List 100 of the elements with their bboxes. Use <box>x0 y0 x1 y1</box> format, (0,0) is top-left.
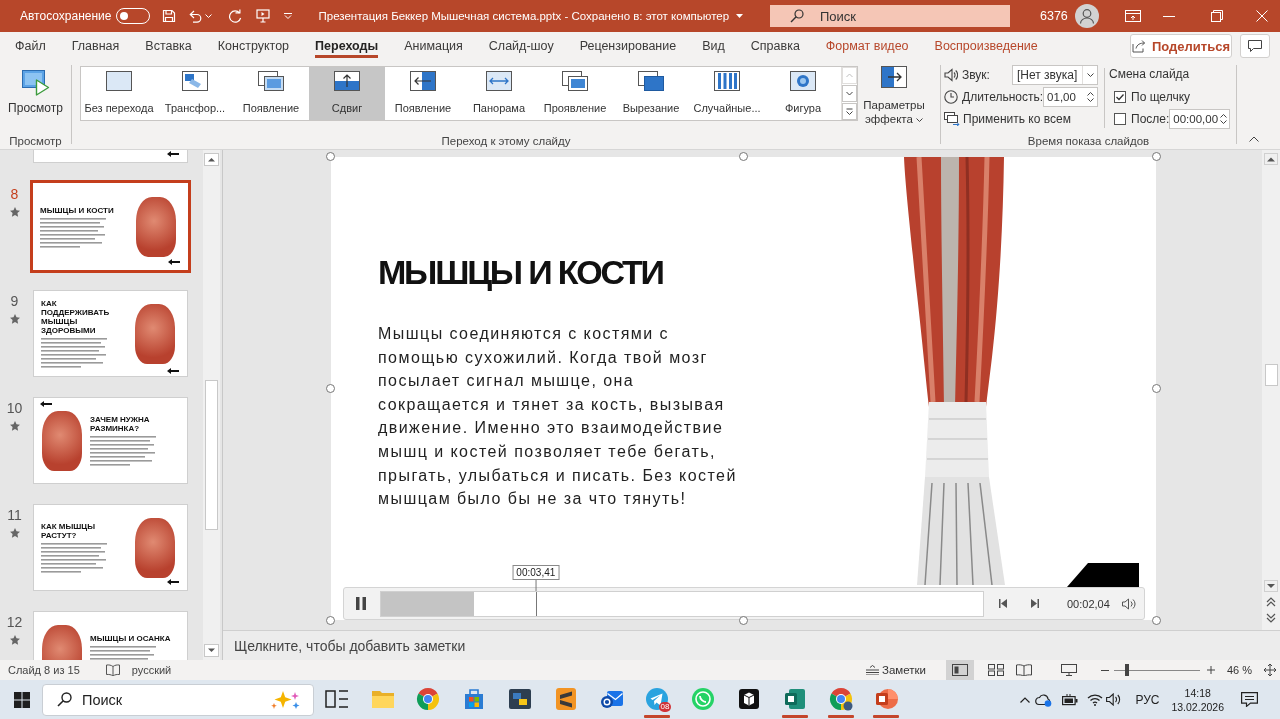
present-icon[interactable] <box>256 9 271 23</box>
slide-thumbnail[interactable]: КАК МЫШЦЫ РАСТУТ? <box>33 504 188 591</box>
battery-plug-icon[interactable] <box>1062 693 1079 706</box>
slide-thumbnail[interactable]: ЗАЧЕМ НУЖНА РАЗМИНКА? <box>33 397 188 484</box>
scroll-down-icon[interactable] <box>1264 580 1278 592</box>
resize-handle[interactable] <box>1152 152 1161 161</box>
ribbon-tab[interactable]: Главная <box>71 34 120 58</box>
comments-button[interactable] <box>1240 34 1270 58</box>
previous-slide-icon[interactable] <box>1264 596 1278 608</box>
zoom-level-button[interactable]: 46 % <box>1226 664 1252 676</box>
normal-view-button[interactable] <box>945 660 974 680</box>
paper-plane-icon[interactable] <box>645 687 670 711</box>
taskbar-search-field[interactable]: Поиск <box>42 683 314 716</box>
slide-thumbnail[interactable]: КАК ПОДДЕРЖИВАТЬ МЫШЦЫ ЗДОРОВЫМИ <box>33 290 188 377</box>
transition-option[interactable]: Сдвиг <box>309 67 385 120</box>
scrollbar-thumb[interactable] <box>205 380 218 530</box>
transition-option[interactable]: Случайные... <box>689 67 765 120</box>
spellcheck-book-icon[interactable] <box>105 664 120 676</box>
resize-handle[interactable] <box>326 616 335 625</box>
ribbon-tab[interactable]: Вид <box>702 34 725 58</box>
clock-button[interactable]: 14:18 13.02.2026 <box>1171 685 1224 714</box>
transition-option[interactable]: Проявление <box>537 67 613 120</box>
ribbon-tab[interactable]: Рецензирование <box>579 34 677 58</box>
redo-icon[interactable] <box>228 9 243 23</box>
transition-option[interactable]: Без перехода <box>81 67 157 120</box>
duration-field[interactable]: 01,00 <box>1043 86 1098 107</box>
resize-handle[interactable] <box>326 152 335 161</box>
scrollbar-thumb[interactable] <box>1264 364 1278 386</box>
customize-caret-icon[interactable] <box>284 13 293 19</box>
scroll-up-icon[interactable] <box>204 153 219 166</box>
slide-number: 11 <box>7 507 22 523</box>
ribbon-tab[interactable]: Файл <box>15 34 46 58</box>
ribbon-tab[interactable]: Вставка <box>145 34 192 58</box>
effect-options-button[interactable]: Параметры эффекта <box>862 60 926 128</box>
close-icon[interactable] <box>1255 10 1268 22</box>
cloud-icon[interactable] <box>1035 692 1053 707</box>
ribbon-tab[interactable]: Конструктор <box>217 34 290 58</box>
avatar-icon[interactable] <box>1074 4 1099 28</box>
fit-to-window-icon[interactable] <box>1264 664 1276 676</box>
search-field[interactable]: Поиск <box>770 5 1010 27</box>
caret-icon[interactable] <box>205 14 213 18</box>
slide-thumbnail[interactable]: МЫШЦЫ И КОСТИ <box>30 180 191 273</box>
transition-option[interactable]: Панорама <box>461 67 537 120</box>
apply-to-all-button[interactable]: Применить ко всем <box>944 111 1071 126</box>
restore-icon[interactable] <box>1210 10 1223 22</box>
browser-icon[interactable] <box>416 687 441 711</box>
resize-handle[interactable] <box>1152 383 1161 393</box>
notes-field[interactable]: Щелкните, чтобы добавить заметки <box>223 630 1280 660</box>
next-slide-icon[interactable] <box>1264 612 1278 624</box>
wifi-icon[interactable] <box>1087 693 1104 706</box>
browser-icon[interactable] <box>828 687 853 711</box>
notes-button[interactable]: Заметки <box>865 664 926 676</box>
preview-button[interactable]: Просмотр <box>0 60 71 134</box>
language-label[interactable]: русский <box>131 664 172 676</box>
sound-dropdown[interactable]: [Нет звука] <box>1012 64 1098 85</box>
transition-option[interactable]: Появление <box>233 67 309 120</box>
transition-option[interactable]: Трансфор... <box>157 67 233 120</box>
ribbon-tab[interactable]: Формат видео <box>825 34 909 58</box>
save-icon[interactable] <box>162 9 177 23</box>
notification-icon[interactable] <box>1241 692 1258 707</box>
chevron-up-icon[interactable] <box>1020 696 1031 703</box>
transition-option[interactable]: Фигура <box>765 67 841 120</box>
ribbon-tab[interactable]: Воспроизведение <box>934 34 1038 58</box>
document-app-icon[interactable] <box>782 687 807 711</box>
cube-app-icon[interactable] <box>737 687 762 711</box>
transition-option[interactable]: Появление <box>385 67 461 120</box>
task-view-icon[interactable] <box>324 687 349 711</box>
resize-handle[interactable] <box>326 383 335 393</box>
volume-icon[interactable] <box>1121 597 1136 610</box>
minimize-icon[interactable] <box>1162 15 1175 17</box>
checkbox[interactable] <box>1114 90 1126 103</box>
angle-tile-icon[interactable] <box>553 687 578 711</box>
transition-option[interactable]: Вырезание <box>613 67 689 120</box>
ribbon-tab[interactable]: Анимация <box>404 34 463 58</box>
ribbon-tab[interactable]: Справка <box>750 34 800 58</box>
document-title-button[interactable]: Презентация Беккер Мышечная система.pptx - Сохранено в: этот компьютер <box>318 10 744 22</box>
previous-frame-icon[interactable] <box>999 599 1007 608</box>
scroll-up-icon[interactable] <box>1264 153 1278 165</box>
pause-icon[interactable] <box>356 597 366 610</box>
undo-icon[interactable] <box>188 9 203 23</box>
scroll-down-icon[interactable] <box>204 644 219 657</box>
ribbon-tab[interactable]: Слайд-шоу <box>488 34 554 58</box>
presentation-app-icon[interactable] <box>874 687 899 711</box>
resize-handle[interactable] <box>738 616 748 625</box>
blocks-tile-icon[interactable] <box>508 687 533 711</box>
next-frame-icon[interactable] <box>1031 599 1039 608</box>
resize-handle[interactable] <box>738 152 748 161</box>
more-options-icon[interactable] <box>842 103 857 120</box>
input-language-button[interactable]: РУС <box>1135 692 1160 707</box>
start-icon[interactable] <box>14 691 30 708</box>
resize-handle[interactable] <box>1152 616 1161 625</box>
zoom-slider-thumb[interactable] <box>1124 664 1129 676</box>
share-button[interactable]: Поделиться <box>1130 34 1232 58</box>
collapse-ribbon-icon[interactable] <box>1249 136 1259 142</box>
slide-thumbnail[interactable]: МЫШЦЫ И ОСАНКА <box>33 611 188 660</box>
after-time-field[interactable]: 00:00,00 <box>1169 108 1231 129</box>
ribbon-display-icon[interactable] <box>1124 10 1141 22</box>
zoom-in-icon[interactable] <box>1206 666 1215 674</box>
checkbox[interactable] <box>1114 112 1126 125</box>
volume-icon[interactable] <box>1106 693 1122 706</box>
